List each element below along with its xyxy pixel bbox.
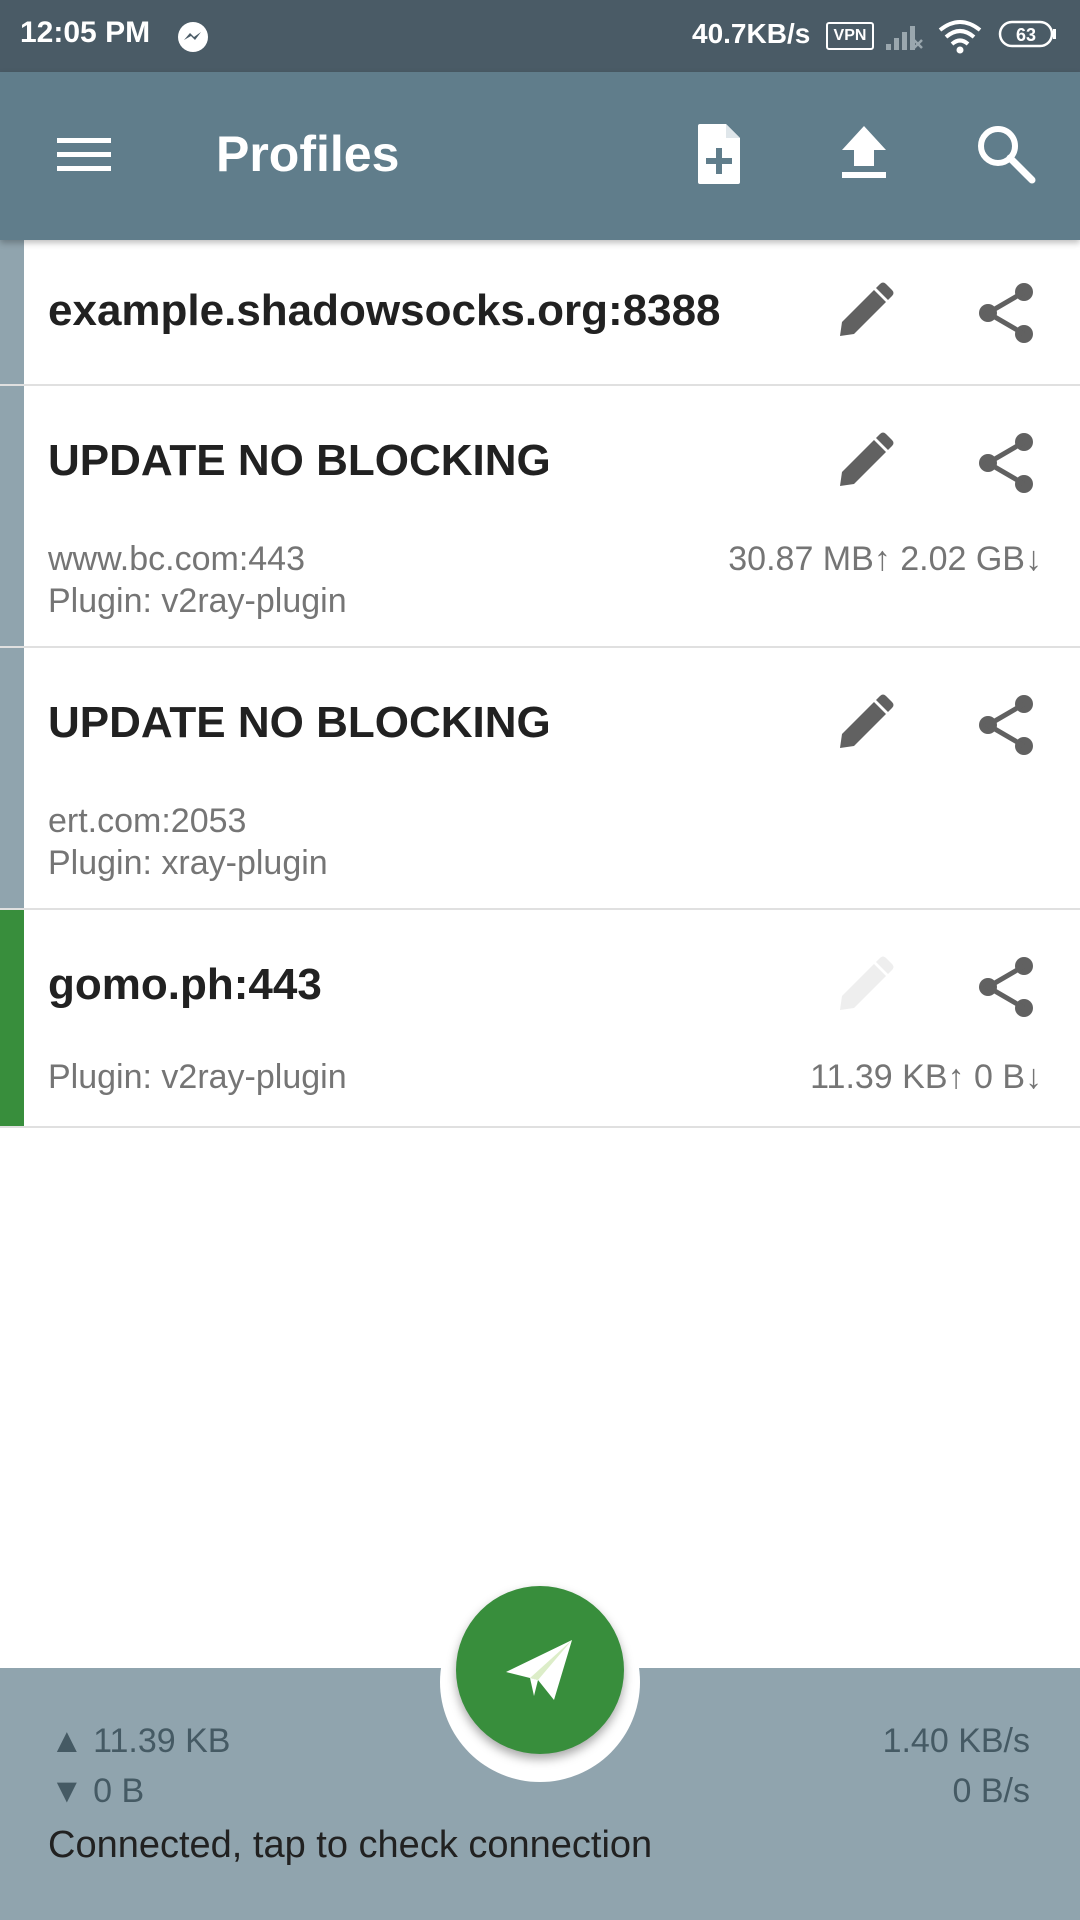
profile-name: gomo.ph:443: [48, 960, 322, 1009]
battery-icon: 63: [998, 20, 1056, 48]
share-icon[interactable]: [972, 690, 1042, 760]
profile-name: example.shadowsocks.org:8388: [48, 286, 721, 335]
profile-status-strip: [0, 648, 24, 908]
battery-level: 63: [1016, 25, 1036, 45]
share-icon[interactable]: [972, 952, 1042, 1022]
profile-status-strip: [0, 240, 24, 384]
search-icon[interactable]: [972, 120, 1040, 188]
page-title: Profiles: [216, 126, 400, 182]
tx-rate: 1.40 KB/s: [882, 1722, 1030, 1760]
vpn-badge: VPN: [826, 22, 874, 50]
profile-plugin: Plugin: v2ray-plugin: [48, 582, 347, 620]
add-file-icon[interactable]: [686, 120, 754, 188]
edit-icon-disabled: [840, 956, 894, 1010]
network-speed: 40.7KB/s: [692, 18, 811, 49]
profile-list: example.shadowsocks.org:8388 UPDATE NO B…: [0, 240, 1080, 1128]
tx-total: ▲ 11.39 KB: [50, 1722, 231, 1760]
profile-plugin: Plugin: v2ray-plugin: [48, 1058, 347, 1096]
profile-name: UPDATE NO BLOCKING: [48, 698, 551, 747]
profile-item-active[interactable]: gomo.ph:443 Plugin: v2ray-plugin 11.39 K…: [0, 910, 1080, 1128]
profile-item[interactable]: UPDATE NO BLOCKING www.bc.com:443 30.87 …: [0, 386, 1080, 648]
profile-item[interactable]: UPDATE NO BLOCKING ert.com:2053 Plugin: …: [0, 648, 1080, 910]
menu-icon[interactable]: [54, 124, 114, 184]
profile-traffic: 30.87 MB↑ 2.02 GB↓: [728, 540, 1042, 578]
profile-status-strip: [0, 910, 24, 1126]
status-bar: 12:05 PM 40.7KB/s VPN 63: [0, 0, 1080, 72]
rx-rate: 0 B/s: [952, 1772, 1030, 1810]
profile-item[interactable]: example.shadowsocks.org:8388: [0, 240, 1080, 386]
rx-total: ▼ 0 B: [50, 1772, 145, 1810]
signal-icon: [886, 26, 923, 50]
profile-traffic: 11.39 KB↑ 0 B↓: [810, 1058, 1042, 1096]
edit-icon[interactable]: [828, 428, 898, 498]
wifi-icon: [938, 20, 982, 54]
status-time: 12:05 PM: [20, 16, 151, 49]
profile-plugin: Plugin: xray-plugin: [48, 844, 328, 882]
messenger-icon: [178, 22, 208, 52]
edit-icon[interactable]: [828, 690, 898, 760]
profile-status-strip: [0, 386, 24, 646]
connection-status[interactable]: Connected, tap to check connection: [48, 1824, 652, 1867]
share-icon[interactable]: [972, 428, 1042, 498]
share-icon[interactable]: [972, 278, 1042, 348]
profile-address: www.bc.com:443: [48, 540, 305, 578]
upload-icon[interactable]: [830, 120, 898, 188]
profile-name: UPDATE NO BLOCKING: [48, 436, 551, 485]
paper-plane-icon: [506, 1640, 572, 1700]
edit-icon[interactable]: [828, 278, 898, 348]
app-toolbar: Profiles: [0, 72, 1080, 240]
connect-toggle-button[interactable]: [456, 1586, 624, 1754]
profile-address: ert.com:2053: [48, 802, 247, 840]
